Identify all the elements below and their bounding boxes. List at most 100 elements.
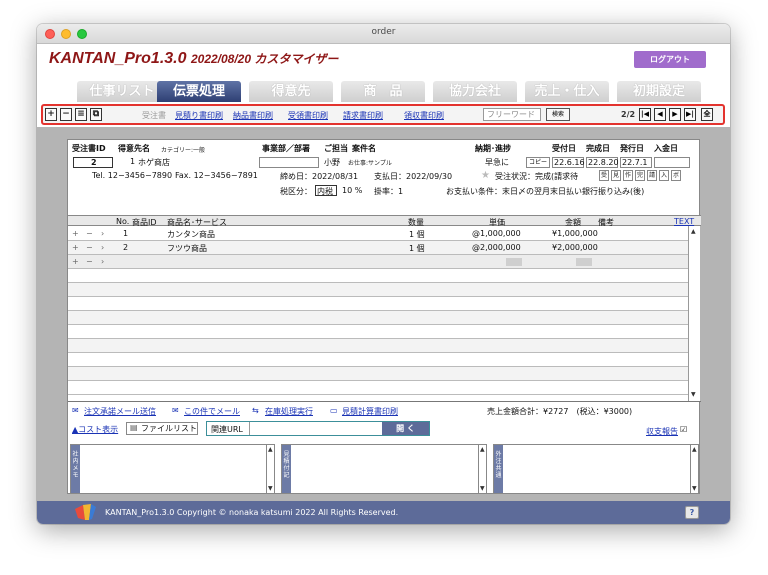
help-button[interactable]: ? [685, 506, 699, 519]
copy-date-button[interactable]: コピー [526, 157, 550, 168]
print-invoice-link[interactable]: 請求書印刷 [343, 110, 383, 121]
row-unit-price[interactable]: @2,000,000 [472, 243, 521, 252]
paid-date-field[interactable] [654, 157, 690, 168]
memo-scrollbar[interactable]: ▲ ▼ [266, 445, 274, 493]
unit-price-placeholder [506, 258, 522, 266]
empty-row[interactable] [68, 311, 688, 325]
row-product-name[interactable]: カンタン商品 [167, 229, 215, 240]
add-button[interactable]: + [45, 108, 57, 121]
memo-scrollbar[interactable]: ▲ ▼ [690, 445, 698, 493]
tab-sales-purchases[interactable]: 売上・仕入 [525, 81, 609, 102]
tab-settings[interactable]: 初期設定 [617, 81, 701, 102]
empty-row[interactable] [68, 283, 688, 297]
scroll-down-icon[interactable]: ▼ [692, 485, 697, 492]
scroll-down-icon[interactable]: ▼ [480, 485, 485, 492]
table-row[interactable]: + − › 1 カンタン商品 1 個 @1,000,000 ¥1,000,000 [68, 227, 688, 241]
table-row-new[interactable]: + − › [68, 255, 688, 269]
row-unit-price[interactable]: @1,000,000 [472, 229, 521, 238]
person-value[interactable]: 小野 [324, 157, 340, 168]
row-more-button[interactable]: › [101, 257, 104, 266]
received-date-field[interactable]: 22.6.16 [552, 157, 585, 168]
case-name-value[interactable]: お仕事:サンプル [348, 158, 392, 167]
tax-type-select[interactable]: 内税 [315, 185, 337, 196]
row-product-name[interactable]: フツウ商品 [167, 243, 207, 254]
status-btn-received[interactable]: 受 [599, 170, 609, 181]
customer-no-value: 1 [130, 157, 136, 166]
scroll-up-icon[interactable]: ▲ [691, 228, 696, 235]
status-btn-estimate[interactable]: 見 [611, 170, 621, 181]
row-remove-button[interactable]: − [86, 257, 93, 266]
status-btn-hold[interactable]: ボ [671, 170, 681, 181]
scroll-up-icon[interactable]: ▲ [692, 446, 697, 453]
print-receipt-link[interactable]: 領収書印刷 [404, 110, 444, 121]
row-more-button[interactable]: › [101, 243, 104, 252]
report-checkbox[interactable]: ☑ [680, 425, 687, 434]
subcontract-memo[interactable]: 外注共通 ▲ ▼ [493, 444, 699, 494]
status-btn-invoice[interactable]: 請 [647, 170, 657, 181]
empty-row[interactable] [68, 367, 688, 381]
search-button[interactable]: 検索 [546, 108, 570, 121]
print-delivery-link[interactable]: 納品書印刷 [233, 110, 273, 121]
row-qty[interactable]: 1 個 [409, 243, 425, 254]
next-record-button[interactable]: ▶ [669, 108, 681, 121]
print-receipt-ack-link[interactable]: 受領書印刷 [288, 110, 328, 121]
tab-job-list[interactable]: 仕事リスト [77, 81, 167, 102]
empty-row[interactable] [68, 297, 688, 311]
estimate-note-memo[interactable]: 見積付記 ▲ ▼ [281, 444, 487, 494]
print-estimate-link[interactable]: 見積り書印刷 [175, 110, 223, 121]
tab-products[interactable]: 商 品 [341, 81, 425, 102]
tab-partners[interactable]: 協力会社 [433, 81, 517, 102]
row-more-button[interactable]: › [101, 229, 104, 238]
scroll-down-icon[interactable]: ▼ [268, 485, 273, 492]
order-id-field[interactable]: 2 [73, 157, 113, 168]
first-record-button[interactable]: |◀ [639, 108, 651, 121]
related-url-input[interactable] [249, 422, 381, 435]
list-button[interactable]: ≡ [75, 108, 87, 121]
issued-date-field[interactable]: 22.7.1 [620, 157, 652, 168]
remove-button[interactable]: − [60, 108, 72, 121]
order-accept-mail-link[interactable]: 注文承諾メール送信 [84, 406, 156, 417]
internal-memo[interactable]: 社内メモ ▲ ▼ [70, 444, 275, 494]
row-add-button[interactable]: + [72, 243, 79, 252]
show-cost-link[interactable]: ▲コスト表示 [72, 424, 118, 435]
star-icon[interactable]: ★ [481, 170, 490, 181]
memo-scrollbar[interactable]: ▲ ▼ [478, 445, 486, 493]
prev-record-button[interactable]: ◀ [654, 108, 666, 121]
status-btn-complete[interactable]: 完 [635, 170, 645, 181]
copy-button[interactable]: ⧉ [90, 108, 102, 121]
last-record-button[interactable]: ▶| [684, 108, 696, 121]
scroll-up-icon[interactable]: ▲ [268, 446, 273, 453]
open-url-button[interactable]: 開 く [382, 422, 429, 435]
text-link[interactable]: TEXT [674, 217, 694, 226]
scroll-up-icon[interactable]: ▲ [480, 446, 485, 453]
scroll-down-icon[interactable]: ▼ [691, 391, 696, 398]
customer-name-value[interactable]: ホゲ商店 [138, 157, 170, 168]
related-url-group: 関連URL 開 く [206, 421, 430, 436]
mail-this-case-link[interactable]: この件でメール [184, 406, 240, 417]
empty-row[interactable] [68, 339, 688, 353]
progress-value[interactable]: 早急に [485, 157, 509, 168]
row-remove-button[interactable]: − [86, 229, 93, 238]
inventory-process-link[interactable]: 在庫処理実行 [265, 406, 313, 417]
empty-row[interactable] [68, 325, 688, 339]
show-all-button[interactable]: 全 [701, 108, 713, 121]
tab-slip-processing[interactable]: 伝票処理 [157, 81, 241, 102]
logout-button[interactable]: ログアウト [634, 51, 706, 68]
empty-row[interactable] [68, 381, 688, 395]
row-add-button[interactable]: + [72, 229, 79, 238]
row-remove-button[interactable]: − [86, 243, 93, 252]
dept-field[interactable] [259, 157, 319, 168]
print-estimate-calc-link[interactable]: 見積計算書印刷 [342, 406, 398, 417]
row-qty[interactable]: 1 個 [409, 229, 425, 240]
items-scrollbar[interactable]: ▲ ▼ [688, 226, 700, 401]
completed-date-field[interactable]: 22.8.20 [586, 157, 619, 168]
tab-customers[interactable]: 得意先 [249, 81, 333, 102]
status-btn-paid[interactable]: 入 [659, 170, 669, 181]
empty-row[interactable] [68, 269, 688, 283]
profit-report-link[interactable]: 収支報告 [646, 426, 678, 437]
table-row[interactable]: + − › 2 フツウ商品 1 個 @2,000,000 ¥2,000,000 [68, 241, 688, 255]
freeword-search-input[interactable]: フリーワード [483, 108, 541, 121]
status-btn-working[interactable]: 作 [623, 170, 633, 181]
empty-row[interactable] [68, 353, 688, 367]
row-add-button[interactable]: + [72, 257, 79, 266]
